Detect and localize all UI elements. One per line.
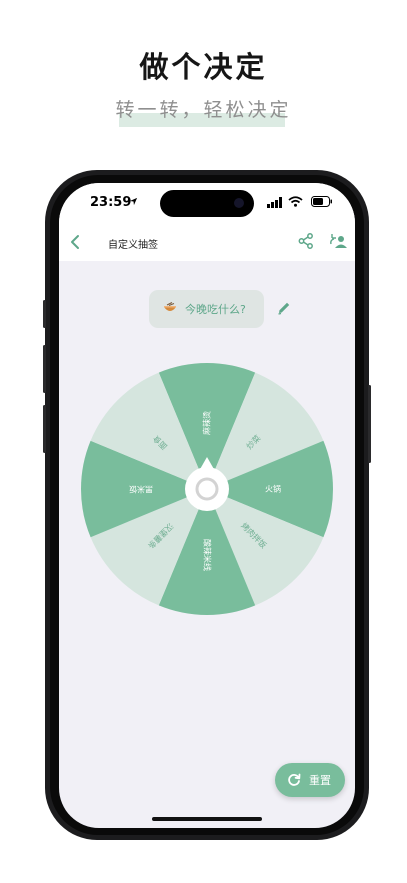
status-bar: 23:59	[59, 183, 355, 223]
reset-button[interactable]: 重置	[275, 763, 345, 797]
wheel-segment-label: 黑米饭	[129, 485, 153, 495]
wheel-segment-label: 酸辣米线	[203, 539, 213, 571]
page-title: 自定义抽签	[108, 240, 158, 251]
wheel-hub[interactable]	[185, 467, 229, 511]
spin-wheel[interactable]: 麻辣烫炒菜火锅烤肉拌饭酸辣米线汉堡薯条黑米饭面食	[81, 363, 333, 615]
wheel-segment-label: 麻辣烫	[202, 411, 212, 435]
phone-side-button-volume-up	[43, 345, 46, 393]
battery-icon	[311, 196, 332, 207]
wheel-segment-label: 火锅	[265, 484, 281, 494]
phone-side-button-mute	[43, 300, 46, 328]
switch-user-icon[interactable]	[330, 232, 348, 250]
promo-subline-wrap: 转一转，轻松决定	[0, 95, 407, 127]
dynamic-island	[160, 190, 254, 217]
camera-dot	[234, 198, 244, 208]
status-time: 23:59	[90, 195, 132, 210]
share-icon[interactable]	[297, 232, 315, 250]
phone-side-button-volume-down	[43, 405, 46, 453]
cellular-signal-icon	[267, 197, 282, 208]
reset-refresh-icon	[288, 773, 301, 786]
promo-subline: 转一转，轻松决定	[115, 99, 292, 121]
bowl-icon	[164, 302, 176, 311]
question-pill[interactable]: 今晚吃什么?	[149, 290, 264, 328]
promo-headline: 做个决定	[139, 50, 268, 84]
location-arrow-icon	[129, 197, 138, 206]
home-indicator[interactable]	[152, 817, 262, 821]
question-text: 今晚吃什么?	[185, 303, 246, 316]
reset-label: 重置	[309, 774, 331, 787]
app-bar: 自定义抽签	[59, 223, 355, 261]
wifi-icon	[288, 196, 303, 207]
phone-side-button-power	[368, 385, 371, 463]
edit-pencil-icon[interactable]	[276, 300, 292, 316]
app-screen: 23:59 自定义抽签 今晚吃什么? 麻辣烫 炒菜 火锅 烤肉拌饭 酸辣米线 汉…	[59, 183, 355, 828]
back-arrow-icon[interactable]	[65, 231, 87, 253]
